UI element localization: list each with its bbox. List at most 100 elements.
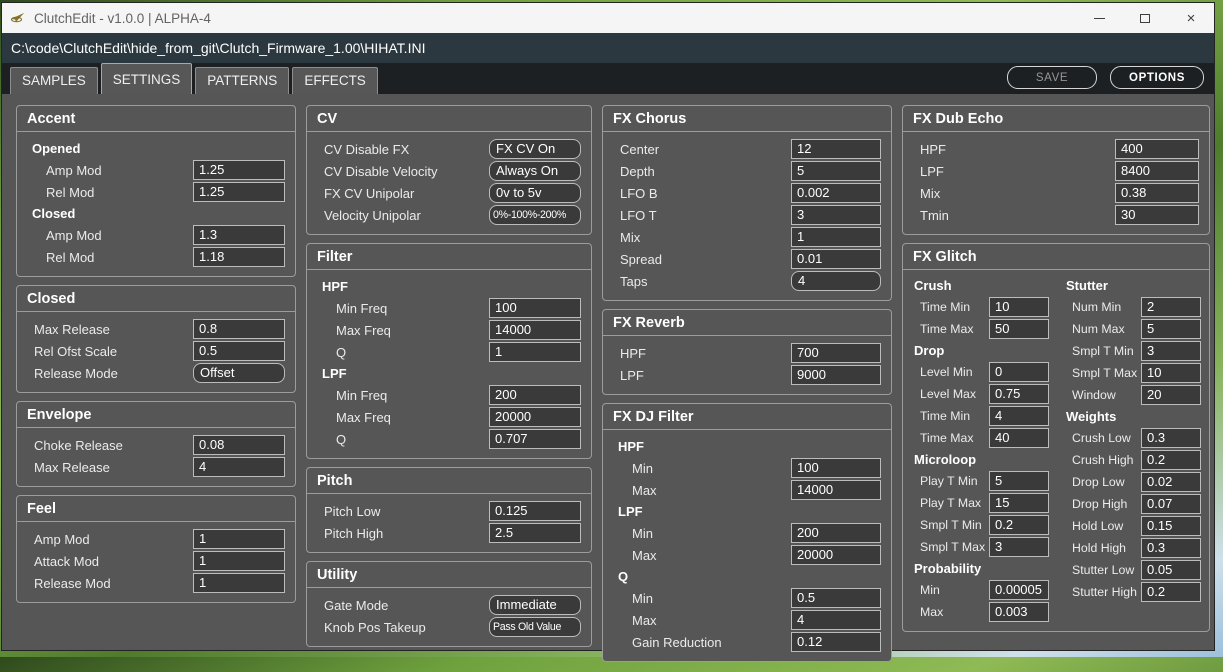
field-input-amp-mod[interactable]: 1.25 <box>193 160 285 180</box>
field-input-play-t-min[interactable]: 5 <box>989 471 1049 491</box>
close-button[interactable]: × <box>1168 3 1214 33</box>
field-dropdown-knob-pos-takeup[interactable]: Pass Old Value <box>489 617 581 637</box>
field-input-num-min[interactable]: 2 <box>1141 297 1201 317</box>
field-row-max: Max0.003 <box>911 601 1049 623</box>
tab-samples[interactable]: SAMPLES <box>10 67 98 94</box>
field-input-choke-release[interactable]: 0.08 <box>193 435 285 455</box>
field-dropdown-fx-cv-unipolar[interactable]: 0v to 5v <box>489 183 581 203</box>
field-input-q[interactable]: 1 <box>489 342 581 362</box>
field-input-mix[interactable]: 1 <box>791 227 881 247</box>
field-dropdown-cv-disable-fx[interactable]: FX CV On <box>489 139 581 159</box>
field-input-min[interactable]: 0.5 <box>791 588 881 608</box>
field-input-gain-reduction[interactable]: 0.12 <box>791 632 881 652</box>
field-input-play-t-max[interactable]: 15 <box>989 493 1049 513</box>
field-input-max[interactable]: 0.003 <box>989 602 1049 622</box>
panel-title: FX Chorus <box>603 106 891 131</box>
field-input-rel-mod[interactable]: 1.18 <box>193 247 285 267</box>
field-input-level-max[interactable]: 0.75 <box>989 384 1049 404</box>
field-input-mix[interactable]: 0.38 <box>1115 183 1199 203</box>
save-button[interactable]: SAVE <box>1007 66 1097 89</box>
field-input-pitch-low[interactable]: 0.125 <box>489 501 581 521</box>
field-input-time-min[interactable]: 10 <box>989 297 1049 317</box>
field-row-center: Center12 <box>613 138 881 160</box>
field-label: Crush Low <box>1063 431 1141 445</box>
field-input-stutter-low[interactable]: 0.05 <box>1141 560 1201 580</box>
field-input-smpl-t-max[interactable]: 10 <box>1141 363 1201 383</box>
field-row-num-min: Num Min2 <box>1063 296 1201 318</box>
field-input-spread[interactable]: 0.01 <box>791 249 881 269</box>
tab-effects[interactable]: EFFECTS <box>292 67 378 94</box>
field-input-hpf[interactable]: 400 <box>1115 139 1199 159</box>
field-dropdown-taps[interactable]: 4 <box>791 271 881 291</box>
field-input-max-release[interactable]: 4 <box>193 457 285 477</box>
field-input-lfo-t[interactable]: 3 <box>791 205 881 225</box>
maximize-button[interactable] <box>1122 3 1168 33</box>
field-label: Max <box>613 548 791 563</box>
field-label: Max <box>911 605 989 619</box>
field-input-time-max[interactable]: 40 <box>989 428 1049 448</box>
field-dropdown-release-mode[interactable]: Offset <box>193 363 285 383</box>
tab-settings[interactable]: SETTINGS <box>101 63 193 94</box>
field-row-stutter-low: Stutter Low0.05 <box>1063 559 1201 581</box>
field-input-smpl-t-min[interactable]: 0.2 <box>989 515 1049 535</box>
field-input-lpf[interactable]: 8400 <box>1115 161 1199 181</box>
field-input-rel-mod[interactable]: 1.25 <box>193 182 285 202</box>
field-input-pitch-high[interactable]: 2.5 <box>489 523 581 543</box>
field-input-hold-high[interactable]: 0.3 <box>1141 538 1201 558</box>
field-dropdown-gate-mode[interactable]: Immediate <box>489 595 581 615</box>
field-input-min[interactable]: 100 <box>791 458 881 478</box>
panel-title: CV <box>307 106 591 131</box>
field-input-min[interactable]: 0.00005 <box>989 580 1049 600</box>
field-input-hpf[interactable]: 700 <box>791 343 881 363</box>
field-input-tmin[interactable]: 30 <box>1115 205 1199 225</box>
field-input-max[interactable]: 20000 <box>791 545 881 565</box>
field-label: CV Disable FX <box>317 142 489 157</box>
panel-separator <box>17 131 295 132</box>
panel-title: Filter <box>307 244 591 269</box>
panel-body: Choke Release0.08Max Release4 <box>17 433 295 478</box>
field-row-smpl-t-min: Smpl T Min3 <box>1063 340 1201 362</box>
field-input-attack-mod[interactable]: 1 <box>193 551 285 571</box>
field-input-lpf[interactable]: 9000 <box>791 365 881 385</box>
field-dropdown-velocity-unipolar[interactable]: 0%-100%-200% <box>489 205 581 225</box>
field-input-window[interactable]: 20 <box>1141 385 1201 405</box>
field-input-crush-low[interactable]: 0.3 <box>1141 428 1201 448</box>
field-input-min[interactable]: 200 <box>791 523 881 543</box>
field-input-smpl-t-min[interactable]: 3 <box>1141 341 1201 361</box>
field-input-smpl-t-max[interactable]: 3 <box>989 537 1049 557</box>
field-input-drop-low[interactable]: 0.02 <box>1141 472 1201 492</box>
field-input-release-mod[interactable]: 1 <box>193 573 285 593</box>
field-input-amp-mod[interactable]: 1 <box>193 529 285 549</box>
minimize-button[interactable] <box>1076 3 1122 33</box>
field-input-rel-ofst-scale[interactable]: 0.5 <box>193 341 285 361</box>
subheader-probability: Probability <box>911 558 1049 579</box>
field-input-num-max[interactable]: 5 <box>1141 319 1201 339</box>
field-input-q[interactable]: 0.707 <box>489 429 581 449</box>
field-input-crush-high[interactable]: 0.2 <box>1141 450 1201 470</box>
field-input-min-freq[interactable]: 100 <box>489 298 581 318</box>
field-input-max-release[interactable]: 0.8 <box>193 319 285 339</box>
field-input-max[interactable]: 4 <box>791 610 881 630</box>
field-input-depth[interactable]: 5 <box>791 161 881 181</box>
field-input-max-freq[interactable]: 14000 <box>489 320 581 340</box>
field-input-drop-high[interactable]: 0.07 <box>1141 494 1201 514</box>
field-input-time-max[interactable]: 50 <box>989 319 1049 339</box>
field-input-center[interactable]: 12 <box>791 139 881 159</box>
field-input-max[interactable]: 14000 <box>791 480 881 500</box>
field-input-level-min[interactable]: 0 <box>989 362 1049 382</box>
field-row-max: Max20000 <box>613 544 881 566</box>
tab-patterns[interactable]: PATTERNS <box>195 67 289 94</box>
field-input-max-freq[interactable]: 20000 <box>489 407 581 427</box>
field-input-stutter-high[interactable]: 0.2 <box>1141 582 1201 602</box>
field-input-hold-low[interactable]: 0.15 <box>1141 516 1201 536</box>
field-dropdown-cv-disable-velocity[interactable]: Always On <box>489 161 581 181</box>
field-input-time-min[interactable]: 4 <box>989 406 1049 426</box>
field-input-lfo-b[interactable]: 0.002 <box>791 183 881 203</box>
tab-list: SAMPLESSETTINGSPATTERNSEFFECTS <box>10 63 381 94</box>
panel-title: Feel <box>17 496 295 521</box>
field-label: Max <box>613 483 791 498</box>
field-input-min-freq[interactable]: 200 <box>489 385 581 405</box>
field-row-attack-mod: Attack Mod1 <box>27 550 285 572</box>
options-button[interactable]: OPTIONS <box>1110 66 1204 89</box>
field-input-amp-mod[interactable]: 1.3 <box>193 225 285 245</box>
